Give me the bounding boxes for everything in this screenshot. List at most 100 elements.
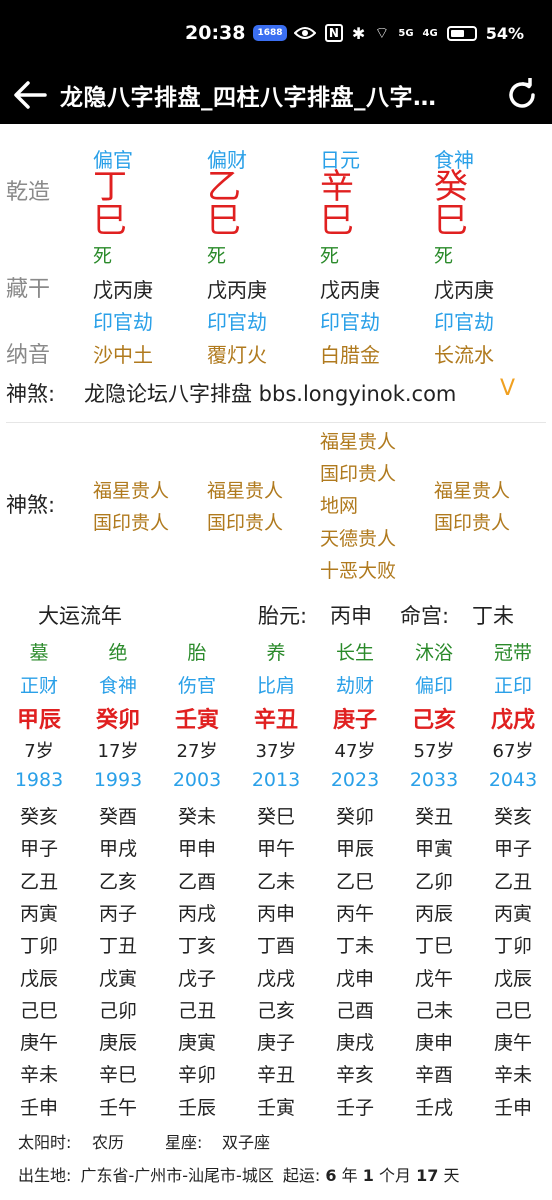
liunian-year[interactable]: 庚午 bbox=[8, 1028, 70, 1055]
liunian-year[interactable]: 庚子 bbox=[245, 1028, 307, 1055]
liunian-year[interactable]: 辛未 bbox=[8, 1060, 70, 1087]
birthplace-value: 广东省-广州市-汕尾市-城区 bbox=[80, 1166, 274, 1185]
liunian-year[interactable]: 壬午 bbox=[87, 1093, 149, 1120]
liunian-year[interactable]: 戊寅 bbox=[87, 964, 149, 991]
arrow-left-icon bbox=[14, 81, 47, 109]
liunian-year[interactable]: 壬辰 bbox=[166, 1093, 228, 1120]
liunian-year[interactable]: 庚戌 bbox=[324, 1028, 386, 1055]
expand-chevron-icon[interactable]: V bbox=[500, 376, 515, 401]
liunian-year[interactable]: 己未 bbox=[403, 996, 465, 1023]
liunian-year[interactable]: 乙丑 bbox=[8, 867, 70, 894]
liunian-year[interactable]: 甲寅 bbox=[403, 834, 465, 861]
shensha-item: 地网 bbox=[320, 495, 359, 517]
liunian-year[interactable]: 戊戌 bbox=[245, 964, 307, 991]
liunian-year[interactable]: 丁卯 bbox=[8, 931, 70, 958]
pillar-gan: 辛 bbox=[320, 167, 354, 207]
liunian-year[interactable]: 丁亥 bbox=[166, 931, 228, 958]
liunian-year[interactable]: 庚寅 bbox=[166, 1028, 228, 1055]
liunian-year[interactable]: 丙戌 bbox=[166, 899, 228, 926]
pillar-zhi: 巳 bbox=[207, 201, 241, 241]
liunian-year[interactable]: 甲申 bbox=[166, 834, 228, 861]
birthplace-label: 出生地: bbox=[18, 1166, 72, 1185]
liunian-year[interactable]: 辛酉 bbox=[403, 1060, 465, 1087]
liunian-year[interactable]: 甲午 bbox=[245, 834, 307, 861]
liunian-year[interactable]: 辛丑 bbox=[245, 1060, 307, 1087]
liunian-year[interactable]: 甲子 bbox=[482, 834, 544, 861]
liunian-year[interactable]: 辛亥 bbox=[324, 1060, 386, 1087]
liunian-year[interactable]: 乙未 bbox=[245, 867, 307, 894]
dayun-ganzhi: 甲辰 bbox=[16, 708, 61, 733]
liunian-year[interactable]: 壬寅 bbox=[245, 1093, 307, 1120]
refresh-button[interactable] bbox=[492, 66, 552, 124]
liunian-year[interactable]: 己亥 bbox=[245, 996, 307, 1023]
dayun-state: 养 bbox=[266, 642, 286, 664]
status-icons: N ✱ ⌔ 5G 4G 54% bbox=[293, 23, 524, 43]
liunian-year[interactable]: 丙子 bbox=[87, 899, 149, 926]
liunian-year[interactable]: 己丑 bbox=[166, 996, 228, 1023]
liunian-year[interactable]: 癸丑 bbox=[403, 802, 465, 829]
liunian-year[interactable]: 乙巳 bbox=[324, 867, 386, 894]
liunian-year[interactable]: 癸卯 bbox=[324, 802, 386, 829]
liunian-year[interactable]: 壬戌 bbox=[403, 1093, 465, 1120]
liunian-year[interactable]: 甲子 bbox=[8, 834, 70, 861]
liunian-year[interactable]: 甲戌 bbox=[87, 834, 149, 861]
liunian-year[interactable]: 丁酉 bbox=[245, 931, 307, 958]
liunian-year[interactable]: 庚申 bbox=[403, 1028, 465, 1055]
liunian-year[interactable]: 丁巳 bbox=[403, 931, 465, 958]
liunian-year[interactable]: 庚午 bbox=[482, 1028, 544, 1055]
pillar-nayin: 覆灯火 bbox=[207, 343, 267, 367]
birthplace-row: 出生地: 广东省-广州市-汕尾市-城区 起运: 6 年 1 个月 17 天 bbox=[18, 1162, 459, 1186]
liunian-year[interactable]: 壬子 bbox=[324, 1093, 386, 1120]
liunian-year[interactable]: 己巳 bbox=[8, 996, 70, 1023]
liunian-year[interactable]: 壬申 bbox=[8, 1093, 70, 1120]
liunian-year[interactable]: 戊辰 bbox=[482, 964, 544, 991]
liunian-year[interactable]: 丙午 bbox=[324, 899, 386, 926]
liunian-year[interactable]: 丙辰 bbox=[403, 899, 465, 926]
liunian-year[interactable]: 戊申 bbox=[324, 964, 386, 991]
liunian-year[interactable]: 甲辰 bbox=[324, 834, 386, 861]
liunian-year[interactable]: 丙寅 bbox=[482, 899, 544, 926]
liunian-year[interactable]: 丁卯 bbox=[482, 931, 544, 958]
liunian-year[interactable]: 癸酉 bbox=[87, 802, 149, 829]
liunian-year[interactable]: 戊午 bbox=[403, 964, 465, 991]
liunian-year[interactable]: 庚辰 bbox=[87, 1028, 149, 1055]
liunian-year[interactable]: 戊子 bbox=[166, 964, 228, 991]
liunian-year[interactable]: 戊辰 bbox=[8, 964, 70, 991]
liunian-year[interactable]: 己巳 bbox=[482, 996, 544, 1023]
liunian-year[interactable]: 己卯 bbox=[87, 996, 149, 1023]
liunian-year[interactable]: 辛卯 bbox=[166, 1060, 228, 1087]
liunian-year[interactable]: 丁丑 bbox=[87, 931, 149, 958]
forum-link[interactable]: 龙隐论坛八字排盘 bbs.longyinok.com bbox=[84, 378, 456, 408]
liunian-year[interactable]: 乙酉 bbox=[166, 867, 228, 894]
pillar-nayin: 长流水 bbox=[434, 343, 494, 367]
liunian-year[interactable]: 癸未 bbox=[166, 802, 228, 829]
dayun-shishen: 正财 bbox=[19, 675, 58, 697]
pillar-canggan-shishen: 印官劫 bbox=[93, 310, 153, 334]
dayun-title: 大运流年 bbox=[38, 604, 122, 628]
liunian-year[interactable]: 乙丑 bbox=[482, 867, 544, 894]
pillar-canggan: 戊丙庚 bbox=[320, 278, 380, 302]
liunian-year[interactable]: 癸巳 bbox=[245, 802, 307, 829]
liunian-year[interactable]: 癸亥 bbox=[482, 802, 544, 829]
pillar-canggan: 戊丙庚 bbox=[93, 278, 153, 302]
dayun-year: 2023 bbox=[330, 769, 380, 791]
dayun-year: 2003 bbox=[172, 769, 222, 791]
dayun-year: 2033 bbox=[409, 769, 459, 791]
dayun-age: 7岁 bbox=[24, 741, 54, 762]
label-canggan: 藏干 bbox=[6, 277, 51, 302]
liunian-year[interactable]: 乙卯 bbox=[403, 867, 465, 894]
back-button[interactable] bbox=[0, 66, 60, 124]
dayun-age: 67岁 bbox=[492, 741, 534, 762]
dayun-age: 37岁 bbox=[255, 741, 297, 762]
liunian-year[interactable]: 壬申 bbox=[482, 1093, 544, 1120]
liunian-year[interactable]: 辛未 bbox=[482, 1060, 544, 1087]
liunian-year[interactable]: 丁未 bbox=[324, 931, 386, 958]
liunian-year[interactable]: 癸亥 bbox=[8, 802, 70, 829]
liunian-year[interactable]: 丙申 bbox=[245, 899, 307, 926]
divider bbox=[6, 422, 546, 423]
pillar-state: 死 bbox=[320, 245, 340, 267]
liunian-year[interactable]: 乙亥 bbox=[87, 867, 149, 894]
liunian-year[interactable]: 己酉 bbox=[324, 996, 386, 1023]
liunian-year[interactable]: 丙寅 bbox=[8, 899, 70, 926]
liunian-year[interactable]: 辛巳 bbox=[87, 1060, 149, 1087]
